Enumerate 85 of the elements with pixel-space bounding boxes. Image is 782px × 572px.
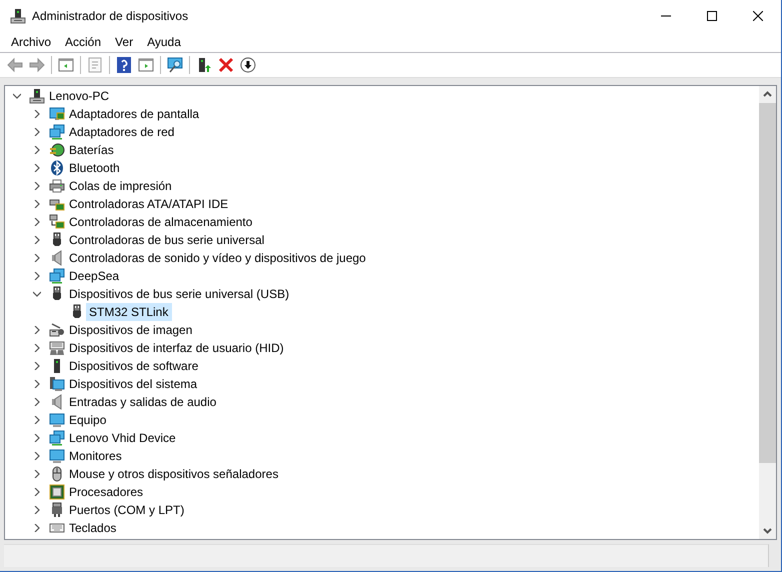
tree-item[interactable]: Teclados bbox=[66, 519, 120, 537]
tree-item[interactable]: Monitores bbox=[66, 447, 126, 465]
chevron-right-icon[interactable] bbox=[33, 344, 41, 352]
chevron-down-icon[interactable] bbox=[33, 290, 41, 298]
chevron-right-icon[interactable] bbox=[33, 200, 41, 208]
back-arrow-icon bbox=[7, 57, 23, 73]
tree-item[interactable]: STM32 STLink bbox=[86, 303, 172, 321]
tree-item[interactable]: Baterías bbox=[66, 141, 118, 159]
chevron-right-icon[interactable] bbox=[33, 164, 41, 172]
monitor-icon bbox=[49, 448, 65, 464]
tree-item[interactable]: Controladoras de bus serie universal bbox=[66, 231, 268, 249]
download-icon bbox=[240, 57, 256, 73]
monitor-search-icon bbox=[167, 57, 183, 73]
tree-item[interactable]: Controladoras de sonido y vídeo y dispositivos de juego bbox=[66, 249, 370, 267]
network-icon bbox=[49, 124, 65, 140]
chevron-right-icon[interactable] bbox=[33, 218, 41, 226]
monitor-icon bbox=[49, 412, 65, 428]
tree-item[interactable]: Dispositivos de software bbox=[66, 357, 202, 375]
chevron-right-icon[interactable] bbox=[33, 236, 41, 244]
tree-item[interactable]: Dispositivos del sistema bbox=[66, 375, 202, 393]
chevron-right-icon[interactable] bbox=[33, 380, 41, 388]
port-icon bbox=[49, 502, 65, 518]
camera-icon bbox=[49, 322, 65, 338]
menu-item[interactable]: Ayuda bbox=[140, 32, 188, 50]
tree-item[interactable]: Lenovo-PC bbox=[46, 87, 114, 105]
tree-item[interactable]: Controladoras ATA/ATAPI IDE bbox=[66, 195, 232, 213]
chevron-right-icon[interactable] bbox=[33, 434, 41, 442]
tree-item[interactable]: Lenovo Vhid Device bbox=[66, 429, 180, 447]
tree-item[interactable]: Mouse y otros dispositivos señaladores bbox=[66, 465, 282, 483]
battery-icon bbox=[49, 142, 65, 158]
menu-item[interactable]: Ver bbox=[108, 32, 140, 50]
chevron-right-icon[interactable] bbox=[33, 416, 41, 424]
menu-item[interactable]: Acción bbox=[58, 32, 108, 50]
tree-item[interactable]: Controladoras de almacenamiento bbox=[66, 213, 256, 231]
keyboard-icon bbox=[49, 340, 65, 356]
chevron-right-icon[interactable] bbox=[33, 272, 41, 280]
chevron-right-icon[interactable] bbox=[33, 326, 41, 334]
tree-item[interactable]: Dispositivos de bus serie universal (USB) bbox=[66, 285, 294, 303]
chevron-right-icon[interactable] bbox=[33, 452, 41, 460]
chip-icon bbox=[49, 484, 65, 500]
chevron-right-icon[interactable] bbox=[33, 128, 41, 136]
tree-item[interactable]: Adaptadores de pantalla bbox=[66, 105, 204, 123]
window-pane-icon bbox=[138, 57, 154, 73]
chevron-right-icon[interactable] bbox=[33, 110, 41, 118]
tree-item[interactable]: DeepSea bbox=[66, 267, 124, 285]
menu-item[interactable]: Archivo bbox=[4, 32, 58, 50]
window-pane-icon bbox=[58, 57, 74, 73]
chevron-right-icon[interactable] bbox=[33, 182, 41, 190]
tree-item[interactable]: Dispositivos de interfaz de usuario (HID) bbox=[66, 339, 288, 357]
chevron-right-icon[interactable] bbox=[33, 506, 41, 514]
chevron-right-icon[interactable] bbox=[33, 524, 41, 532]
chevron-right-icon[interactable] bbox=[33, 398, 41, 406]
tree-item[interactable]: Adaptadores de red bbox=[66, 123, 178, 141]
close-icon bbox=[753, 10, 763, 20]
chevron-right-icon[interactable] bbox=[33, 254, 41, 262]
storage-icon bbox=[49, 214, 65, 230]
chevron-right-icon[interactable] bbox=[33, 146, 41, 154]
tree-item[interactable]: Procesadores bbox=[66, 483, 148, 501]
network-icon bbox=[49, 430, 65, 446]
tree-item[interactable]: Puertos (COM y LPT) bbox=[66, 501, 188, 519]
tree-item[interactable]: Entradas y salidas de audio bbox=[66, 393, 220, 411]
chevron-right-icon[interactable] bbox=[33, 488, 41, 496]
document-icon bbox=[87, 57, 103, 73]
driver-update-icon bbox=[196, 57, 212, 73]
computer-icon bbox=[29, 88, 45, 104]
scrollbar[interactable] bbox=[759, 86, 776, 539]
tree-item[interactable]: Dispositivos de imagen bbox=[66, 321, 196, 339]
tree-item[interactable]: Bluetooth bbox=[66, 159, 124, 177]
window-title: Administrador de dispositivos bbox=[32, 8, 190, 22]
help-icon bbox=[116, 57, 132, 73]
computer-icon bbox=[10, 8, 26, 24]
chevron-right-icon[interactable] bbox=[33, 470, 41, 478]
monitor-icon bbox=[49, 106, 65, 122]
network-icon bbox=[49, 268, 65, 284]
system-icon bbox=[49, 376, 65, 392]
bluetooth-icon bbox=[49, 160, 65, 176]
chevron-down-icon[interactable] bbox=[13, 92, 21, 100]
forward-arrow-icon bbox=[29, 57, 45, 73]
close-icon bbox=[218, 57, 234, 73]
printer-icon bbox=[49, 178, 65, 194]
maximize-icon bbox=[707, 10, 717, 20]
tree-item[interactable]: Equipo bbox=[66, 411, 110, 429]
tree-item[interactable]: Colas de impresión bbox=[66, 177, 176, 195]
chevron-right-icon[interactable] bbox=[33, 362, 41, 370]
scrollbar-thumb[interactable] bbox=[759, 103, 776, 464]
